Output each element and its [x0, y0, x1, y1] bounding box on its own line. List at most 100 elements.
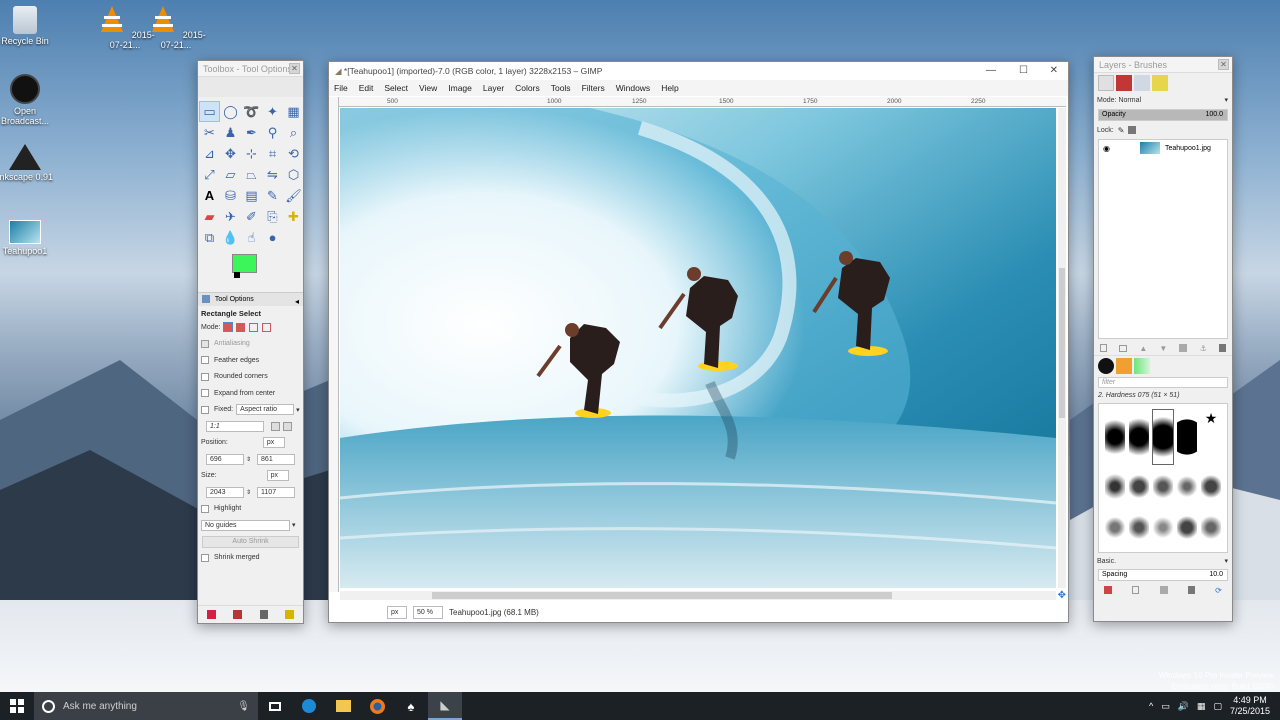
scrollbar-thumb[interactable] — [1059, 268, 1065, 418]
position-x-input[interactable]: 696 — [206, 453, 244, 465]
cortana-search-box[interactable]: Ask me anything 🎙 — [34, 692, 258, 720]
blend-tool-icon[interactable]: ▤ — [241, 185, 262, 206]
brush-grid[interactable]: ★ — [1098, 403, 1228, 553]
scale-tool-icon[interactable]: ⤢ — [199, 164, 220, 185]
delete-brush-icon[interactable] — [1187, 586, 1195, 594]
position-y-input[interactable]: 861 — [257, 453, 296, 465]
chevron-down-icon[interactable]: ▾ — [296, 406, 300, 414]
new-layer-icon[interactable] — [1100, 344, 1108, 352]
brush-swatch[interactable] — [1129, 509, 1149, 546]
new-brush-icon[interactable] — [1132, 586, 1140, 594]
highlight-option[interactable]: Highlight — [198, 501, 303, 518]
blur-tool-icon[interactable]: 💧 — [220, 227, 241, 248]
horizontal-scrollbar[interactable] — [340, 591, 1056, 600]
crop-tool-icon[interactable]: ⌗ — [262, 143, 283, 164]
image-canvas[interactable] — [340, 108, 1056, 588]
chevron-down-icon[interactable]: ▾ — [1224, 557, 1228, 565]
position-unit-select[interactable]: px — [262, 437, 285, 449]
perspective-clone-tool-icon[interactable]: ⧉ — [199, 227, 220, 248]
brush-swatch[interactable] — [1153, 468, 1173, 505]
expand-from-center-option[interactable]: Expand from center — [198, 385, 303, 402]
volume-icon[interactable]: 🔊 — [1178, 701, 1189, 712]
smudge-tool-icon[interactable]: ☝ — [241, 227, 262, 248]
flip-tool-icon[interactable]: ⇋ — [262, 164, 283, 185]
minimize-icon[interactable]: — — [986, 62, 996, 80]
menu-view[interactable]: View — [419, 83, 437, 93]
chevron-down-icon[interactable]: ▾ — [292, 521, 296, 529]
reset-options-icon[interactable] — [285, 610, 295, 619]
menu-layer[interactable]: Layer — [483, 83, 504, 93]
mode-intersect-icon[interactable] — [262, 322, 272, 332]
cage-tool-icon[interactable]: ⬡ — [283, 164, 304, 185]
size-unit-select[interactable]: px — [266, 470, 289, 482]
microphone-icon[interactable]: 🎙 — [237, 701, 250, 712]
paintbrush-tool-icon[interactable]: 🖌 — [283, 185, 304, 206]
vertical-scrollbar[interactable] — [1058, 108, 1066, 588]
desktop-icon-recycle-bin[interactable]: Recycle Bin — [0, 6, 58, 46]
mode-replace-icon[interactable] — [223, 322, 234, 333]
scissors-tool-icon[interactable]: ✂ — [199, 122, 220, 143]
keyboard-icon[interactable]: ▦ — [1197, 701, 1206, 712]
heal-tool-icon[interactable]: ✚ — [283, 206, 304, 227]
brush-swatch[interactable] — [1105, 468, 1125, 505]
edit-brush-icon[interactable] — [1104, 586, 1113, 594]
task-view-button[interactable] — [258, 692, 292, 720]
taskbar-gimp[interactable]: ◣ — [428, 692, 462, 720]
start-button[interactable] — [0, 692, 34, 720]
background-color-swatch[interactable] — [234, 272, 240, 278]
perspective-tool-icon[interactable]: ⏢ — [241, 164, 262, 185]
horizontal-ruler[interactable]: 500 1000 1250 1500 1750 2000 2250 — [339, 97, 1066, 107]
patterns-tab-icon[interactable] — [1116, 358, 1132, 374]
foreground-select-tool-icon[interactable]: ♟ — [220, 122, 241, 143]
channels-tab-icon[interactable] — [1116, 75, 1132, 91]
align-tool-icon[interactable]: ⊹ — [241, 143, 262, 164]
brush-swatch[interactable] — [1105, 509, 1125, 546]
auto-shrink-button[interactable]: Auto Shrink — [202, 535, 299, 548]
show-hidden-icons-icon[interactable]: ^ — [1149, 701, 1153, 711]
color-select-tool-icon[interactable]: ▦ — [283, 101, 304, 122]
antialiasing-checkbox[interactable] — [201, 339, 209, 348]
ink-tool-icon[interactable]: ✐ — [241, 206, 262, 227]
menu-help[interactable]: Help — [661, 83, 678, 93]
desktop-icon-obs[interactable]: Open Broadcast... — [0, 74, 58, 126]
zoom-select[interactable]: 50 % — [413, 605, 443, 619]
spin-icon[interactable]: ⇕ — [246, 489, 251, 496]
free-select-tool-icon[interactable]: ➰ — [241, 101, 262, 122]
menu-select[interactable]: Select — [384, 83, 408, 93]
brush-swatch[interactable] — [1177, 410, 1197, 464]
toolbox-titlebar[interactable]: Toolbox - Tool Options ✕ — [198, 61, 303, 77]
refresh-brushes-icon[interactable]: ⟳ — [1215, 586, 1222, 595]
clock[interactable]: 4:49 PM 7/25/2015 — [1230, 695, 1270, 717]
brushes-tab-icon[interactable] — [1098, 358, 1114, 374]
gradients-tab-icon[interactable] — [1134, 358, 1150, 374]
rotate-tool-icon[interactable]: ⟲ — [283, 143, 304, 164]
ellipse-select-tool-icon[interactable]: ◯ — [220, 101, 241, 122]
antialiasing-option[interactable]: Antialiasing — [198, 336, 303, 353]
paths-tab-icon[interactable] — [1134, 75, 1150, 91]
menu-colors[interactable]: Colors — [515, 83, 540, 93]
raise-layer-icon[interactable]: ▲ — [1139, 344, 1147, 353]
duplicate-brush-icon[interactable] — [1159, 586, 1168, 594]
menu-filters[interactable]: Filters — [582, 83, 605, 93]
brush-swatch[interactable]: ★ — [1201, 410, 1221, 464]
airbrush-tool-icon[interactable]: ✈ — [220, 206, 241, 227]
feather-edges-option[interactable]: Feather edges — [198, 352, 303, 369]
measure-tool-icon[interactable]: ⊿ — [199, 143, 220, 164]
anchor-layer-icon[interactable]: ⚓ — [1200, 344, 1207, 353]
close-icon[interactable]: ✕ — [1218, 59, 1229, 70]
size-width-input[interactable]: 2043 — [206, 486, 244, 498]
brush-swatch[interactable] — [1201, 468, 1221, 505]
tool-options-tab[interactable]: Tool Options ◂ — [198, 292, 303, 306]
menu-edit[interactable]: Edit — [359, 83, 374, 93]
unit-select[interactable]: px — [387, 605, 407, 619]
tab-menu-icon[interactable]: ◂ — [295, 295, 299, 309]
rect-select-tool-icon[interactable]: ▭ — [199, 101, 220, 122]
foreground-color-swatch[interactable] — [232, 254, 257, 273]
delete-options-icon[interactable] — [259, 610, 268, 619]
eye-icon[interactable]: ◉ — [1103, 144, 1110, 153]
rounded-corners-option[interactable]: Rounded corners — [198, 369, 303, 386]
text-tool-icon[interactable]: A — [199, 185, 220, 206]
clone-tool-icon[interactable]: ⎘ — [262, 206, 283, 227]
brush-swatch[interactable] — [1201, 509, 1221, 546]
shrink-merged-checkbox[interactable] — [201, 553, 209, 562]
